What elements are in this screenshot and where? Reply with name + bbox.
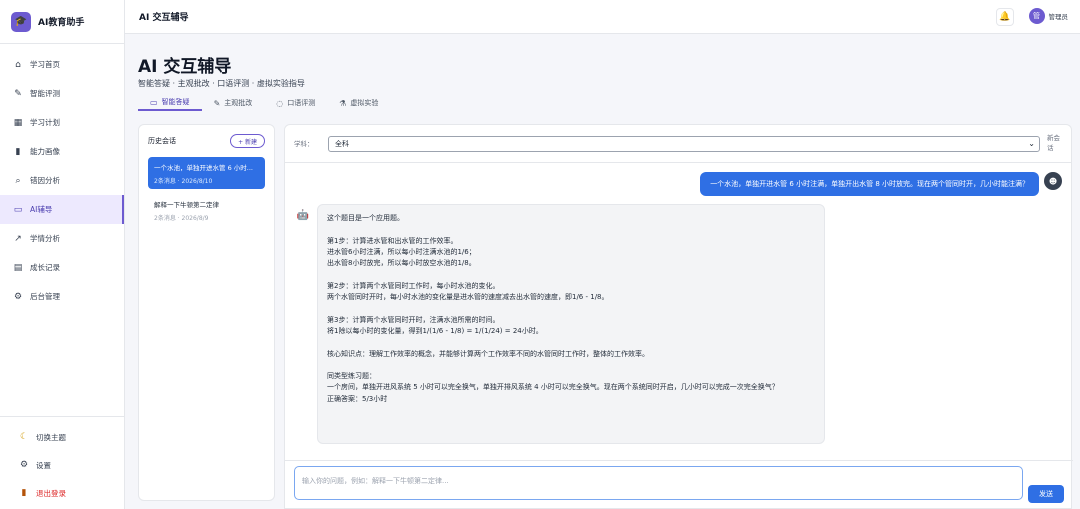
sidebar-item-label: 学情分析 (30, 234, 60, 243)
sidebar-footer: ☾ 切换主题 ⚙ 设置 ▮ 退出登录 (0, 416, 125, 509)
tab-virtual-lab[interactable]: ⚗ 虚拟实验 (327, 95, 390, 111)
session-item[interactable]: 解释一下牛顿第二定律 2条消息 · 2026/8/9 (148, 194, 265, 226)
history-header: 历史会话 + 新建 (139, 125, 274, 157)
logout-label: 退出登录 (36, 488, 66, 498)
assistant-message: 这个题目是一个应用题。 第1步：计算进水管和出水管的工作效率。 进水管6小时注满… (317, 204, 825, 444)
sidebar-item-label: 后台管理 (30, 292, 60, 301)
gear-icon: ⚙ (19, 460, 29, 470)
sidebar-item-label: 学习首页 (30, 60, 60, 69)
question-input[interactable]: 输入你的问题，例如：解释一下牛顿第二定律... (294, 466, 1023, 500)
chat-icon: ▭ (13, 204, 23, 215)
subject-value: 全科 (335, 139, 349, 148)
answer-line: 第1步：计算进水管和出水管的工作效率。 (327, 236, 458, 245)
sidebar-item-error-analysis[interactable]: ⌕ 错因分析 (0, 166, 124, 195)
tab-subjective-grading[interactable]: ✎ 主观批改 (202, 95, 265, 111)
bell-icon[interactable]: 🔔 (996, 8, 1014, 26)
subject-select[interactable]: 全科 ⌄ (328, 135, 1040, 152)
sidebar-item-label: 错因分析 (30, 176, 60, 185)
session-title: 解释一下牛顿第二定律 (154, 201, 219, 209)
history-panel: 历史会话 + 新建 一个水池，单独开进水管 6 小时... 2条消息 · 202… (138, 124, 275, 501)
sidebar-item-admin[interactable]: ⚙ 后台管理 (0, 282, 124, 311)
user-name: 管理员 (1048, 13, 1069, 21)
composer: 输入你的问题，例如：解释一下牛顿第二定律... 发送 (285, 460, 1073, 508)
answer-line: 这个题目是一个应用题。 (327, 214, 404, 222)
new-chat-button[interactable]: 新会话 (1047, 133, 1063, 153)
sidebar-item-profile[interactable]: ▮ 能力画像 (0, 137, 124, 166)
answer-line: 两个水管同时开时，每小时水池的变化量是进水管的速度减去出水管的速度，即1/6 -… (327, 293, 609, 302)
subject-filter: 学科： 全科 ⌄ 新会话 (285, 125, 1071, 163)
sidebar: 🎓 AI教育助手 ⌂ 学习首页 ✎ 智能评测 ▦ 学习计划 ▮ 能力画像 ⌕ 错因分析 ▭… (0, 0, 125, 509)
topbar: AI 交互辅导 🔔 管 管理员 (125, 0, 1080, 34)
session-item[interactable]: 一个水池，单独开进水管 6 小时... 2条消息 · 2026/8/10 (148, 157, 265, 189)
sidebar-item-home[interactable]: ⌂ 学习首页 (0, 50, 124, 79)
session-title: 一个水池，单独开进水管 6 小时... (154, 164, 253, 172)
answer-line: 将1除以每小时的变化量，得到1/(1/6 - 1/8) = 1/(1/24) =… (327, 326, 543, 335)
robot-icon: 🤖 (296, 209, 310, 221)
avatar: 管 (1028, 8, 1045, 24)
moon-icon: ☾ (19, 432, 29, 442)
calendar-icon: ▦ (13, 117, 23, 128)
sidebar-item-label: 智能评测 (30, 89, 60, 98)
new-session-button[interactable]: + 新建 (230, 134, 265, 148)
answer-line: 第3步：计算两个水管同时开时，注满水池所需的时间。 (327, 315, 500, 324)
sidebar-nav: ⌂ 学习首页 ✎ 智能评测 ▦ 学习计划 ▮ 能力画像 ⌕ 错因分析 ▭ AI辅导 ↗ 学情分… (0, 44, 124, 311)
tab-oral-assessment[interactable]: ◌ 口语评测 (264, 95, 327, 111)
answer-line: 进水管6小时注满，所以每小时注满水池的1/6； (327, 247, 476, 256)
sidebar-item-label: 成长记录 (30, 263, 60, 272)
chat-bubble-icon: ▭ (150, 97, 158, 107)
settings-label: 设置 (36, 460, 51, 470)
sidebar-item-label: 学习计划 (30, 118, 60, 127)
tab-label: 口语评测 (287, 99, 316, 107)
graduation-cap-icon: 🎓 (11, 11, 31, 32)
door-icon: ▮ (21, 488, 27, 498)
feature-tabs: ▭ 智能答疑 ✎ 主观批改 ◌ 口语评测 ⚗ 虚拟实验 (138, 95, 390, 113)
subject-label: 学科： (294, 139, 314, 148)
send-button[interactable]: 发送 (1028, 485, 1064, 503)
brand: 🎓 AI教育助手 (0, 0, 124, 44)
user-message: 一个水池，单独开进水管 6 小时注满，单独开出水管 8 小时放完。现在两个管同时… (700, 172, 1039, 196)
answer-line: 核心知识点：理解工作效率的概念，并能够计算两个工作效率不同的水管同时工作时，整体… (327, 349, 649, 358)
theme-toggle-label: 切换主题 (36, 432, 66, 442)
logout-button[interactable]: ▮ 退出登录 (0, 479, 125, 507)
magnifier-icon: ⌕ (15, 175, 21, 186)
sidebar-item-label: AI辅导 (30, 205, 53, 214)
gear-icon: ⚙ (13, 291, 23, 302)
theme-toggle-button[interactable]: ☾ 切换主题 (0, 423, 125, 451)
session-meta: 2条消息 · 2026/8/9 (154, 215, 209, 222)
tab-smart-qa[interactable]: ▭ 智能答疑 (138, 95, 202, 111)
sidebar-item-learning-analytics[interactable]: ↗ 学情分析 (0, 224, 124, 253)
speech-icon: ◌ (276, 98, 284, 108)
page-subtitle: 智能答疑 · 主观批改 · 口语评测 · 虚拟实验指导 (138, 79, 305, 88)
trend-icon: ↗ (14, 233, 22, 244)
home-icon: ⌂ (15, 59, 21, 70)
pencil-note-icon: ✎ (213, 98, 221, 108)
chevron-down-icon: ⌄ (1028, 138, 1035, 148)
user-menu[interactable]: 管 管理员 (1028, 8, 1069, 24)
brand-name: AI教育助手 (38, 18, 85, 28)
user-avatar-icon: ☻ (1044, 172, 1062, 190)
sidebar-item-assessment[interactable]: ✎ 智能评测 (0, 79, 124, 108)
answer-line: 一个房间，单独开进风系统 5 小时可以完全换气，单独开排风系统 4 小时可以完全… (327, 383, 779, 392)
answer-line: 第2步：计算两个水管同时工作时，每小时水池的变化。 (327, 281, 500, 290)
bar-chart-icon: ▮ (15, 146, 21, 157)
answer-line: 正确答案：5/3小时 (327, 394, 388, 403)
notebook-icon: ▤ (13, 262, 23, 273)
sidebar-item-plan[interactable]: ▦ 学习计划 (0, 108, 124, 137)
sidebar-item-label: 能力画像 (30, 147, 60, 156)
chat-panel: 学科： 全科 ⌄ 新会话 一个水池，单独开进水管 6 小时注满，单独开出水管 8… (284, 124, 1073, 509)
topbar-title: AI 交互辅导 (139, 13, 189, 23)
edit-doc-icon: ✎ (14, 88, 22, 99)
flask-icon: ⚗ (339, 98, 347, 108)
settings-button[interactable]: ⚙ 设置 (0, 451, 125, 479)
page-title: AI 交互辅导 (138, 57, 232, 77)
tab-label: 主观批改 (224, 99, 253, 107)
answer-line: 同类型练习题： (327, 372, 376, 381)
tab-label: 虚拟实验 (350, 99, 379, 107)
history-title: 历史会话 (148, 137, 176, 145)
session-meta: 2条消息 · 2026/8/10 (154, 178, 213, 185)
tab-label: 智能答疑 (161, 98, 190, 106)
sidebar-item-ai-tutor[interactable]: ▭ AI辅导 (0, 195, 124, 224)
sidebar-item-growth[interactable]: ▤ 成长记录 (0, 253, 124, 282)
answer-line: 出水管8小时放完，所以每小时放空水池的1/8。 (327, 259, 476, 268)
